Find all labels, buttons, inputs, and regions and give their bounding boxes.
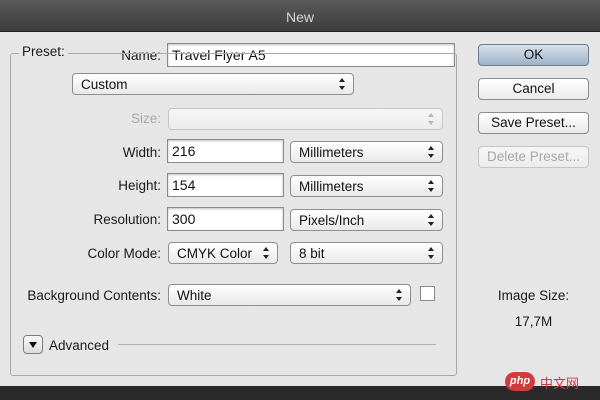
cancel-button[interactable]: Cancel (478, 78, 589, 100)
dialog-title: New (285, 9, 314, 25)
select-arrows-icon (428, 112, 436, 126)
advanced-divider (118, 344, 436, 345)
image-size-label: Image Size: (497, 288, 570, 303)
advanced-label: Advanced (49, 338, 110, 353)
select-arrows-icon (428, 246, 436, 260)
bit-depth-select[interactable]: 8 bit (290, 242, 443, 264)
background-contents-select[interactable]: White (168, 284, 411, 306)
bit-depth-value: 8 bit (299, 246, 325, 261)
ok-button[interactable]: OK (478, 44, 589, 66)
preset-label: Preset: (19, 44, 68, 59)
watermark: php 中文网 (505, 371, 597, 393)
size-select (168, 108, 443, 130)
save-preset-button[interactable]: Save Preset... (478, 112, 589, 134)
select-arrows-icon (428, 179, 436, 193)
preset-select-value: Custom (81, 77, 128, 92)
preset-select[interactable]: Custom (72, 73, 354, 95)
height-input[interactable]: 154 (167, 173, 284, 197)
height-unit-value: Millimeters (299, 179, 364, 194)
select-arrows-icon (428, 145, 436, 159)
height-unit-select[interactable]: Millimeters (290, 175, 443, 197)
resolution-label: Resolution: (93, 212, 161, 227)
color-mode-select[interactable]: CMYK Color (168, 242, 278, 264)
background-color-swatch[interactable] (420, 286, 435, 301)
background-contents-value: White (177, 288, 212, 303)
watermark-text: 中文网 (540, 376, 580, 391)
watermark-logo: php (505, 372, 535, 391)
resolution-unit-select[interactable]: Pixels/Inch (290, 209, 443, 231)
advanced-disclosure-icon[interactable] (23, 335, 43, 354)
background-contents-label: Background Contents: (27, 288, 161, 303)
image-size-value: 17,7M (514, 314, 553, 329)
select-arrows-icon (263, 246, 271, 260)
resolution-unit-value: Pixels/Inch (299, 213, 365, 228)
color-mode-value: CMYK Color (177, 246, 253, 261)
size-label: Size: (130, 111, 161, 126)
select-arrows-icon (339, 77, 347, 91)
height-label: Height: (118, 178, 161, 193)
width-unit-value: Millimeters (299, 145, 364, 160)
delete-preset-button: Delete Preset... (478, 146, 589, 168)
color-mode-label: Color Mode: (87, 246, 161, 261)
width-unit-select[interactable]: Millimeters (290, 141, 443, 163)
select-arrows-icon (428, 213, 436, 227)
resolution-input[interactable]: 300 (167, 207, 284, 231)
width-label: Width: (122, 145, 161, 160)
width-input[interactable]: 216 (167, 139, 284, 163)
title-bar: New (0, 0, 600, 32)
select-arrows-icon (396, 288, 404, 302)
